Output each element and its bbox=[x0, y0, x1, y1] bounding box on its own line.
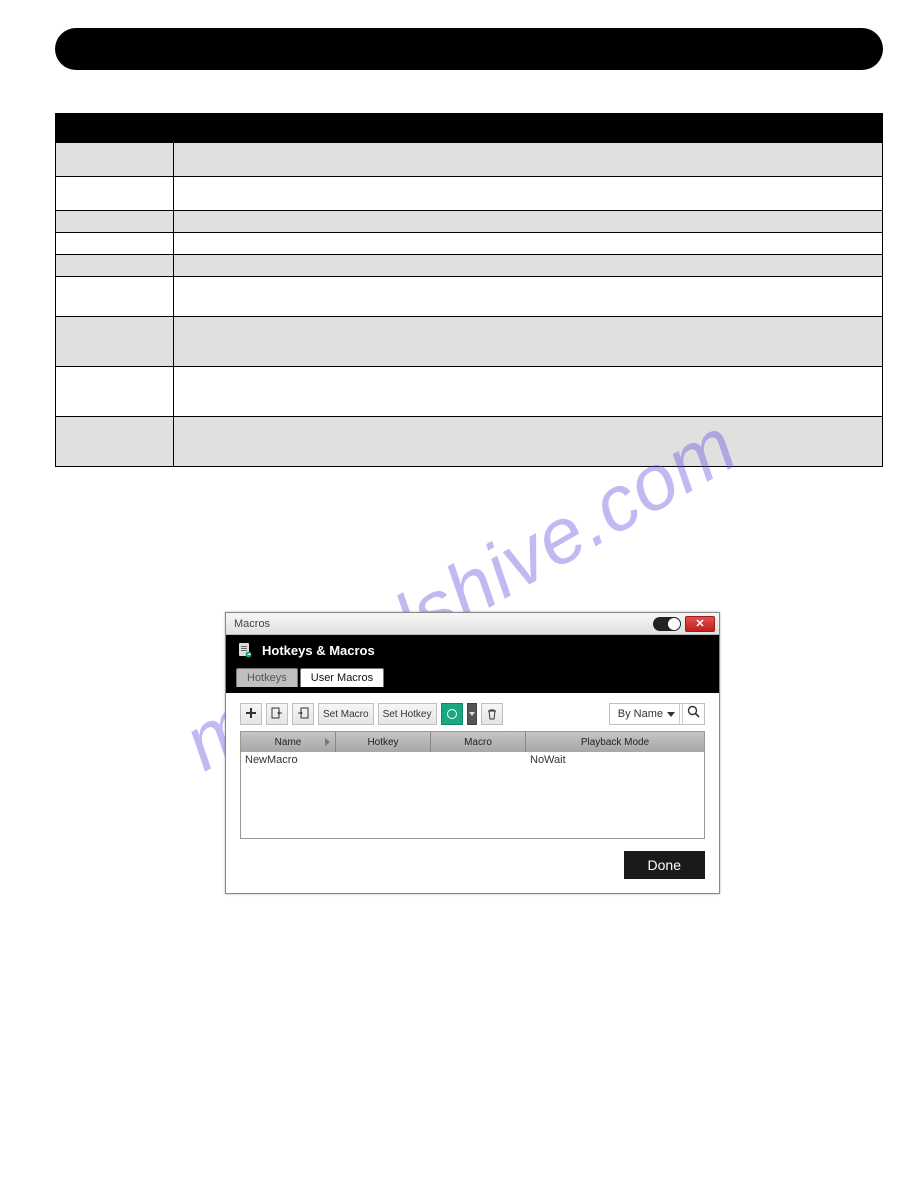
macros-dialog: Macros ✕ Hotkeys & Macros Hot bbox=[225, 612, 720, 894]
record-icon bbox=[447, 709, 457, 719]
add-button[interactable] bbox=[240, 703, 262, 725]
export-icon bbox=[297, 707, 309, 722]
plus-icon bbox=[245, 707, 257, 722]
table-row bbox=[56, 254, 882, 276]
table-row bbox=[56, 416, 882, 466]
grid-header: Name Hotkey Macro Playback Mode bbox=[241, 732, 704, 752]
dialog-header-band: Hotkeys & Macros Hotkeys User Macros bbox=[226, 635, 719, 693]
close-button[interactable]: ✕ bbox=[685, 616, 715, 632]
macros-icon bbox=[236, 641, 254, 659]
expand-column-icon[interactable] bbox=[320, 732, 334, 752]
col-playback[interactable]: Playback Mode bbox=[526, 732, 704, 752]
set-macro-button[interactable]: Set Macro bbox=[318, 703, 374, 725]
table-row bbox=[56, 276, 882, 316]
cell-hotkey bbox=[336, 752, 431, 770]
table-row[interactable]: NewMacro NoWait bbox=[241, 752, 704, 770]
search-mode-label: By Name bbox=[618, 708, 663, 720]
dialog-footer: Done bbox=[226, 839, 719, 893]
page-header-bar bbox=[55, 28, 883, 70]
table-row bbox=[56, 142, 882, 176]
table-row bbox=[56, 210, 882, 232]
play-button[interactable] bbox=[441, 703, 463, 725]
done-button[interactable]: Done bbox=[624, 851, 705, 879]
col-hotkey[interactable]: Hotkey bbox=[336, 732, 431, 752]
outer-table bbox=[55, 113, 883, 467]
cell-macro bbox=[431, 752, 526, 770]
search-mode-dropdown[interactable]: By Name bbox=[610, 704, 680, 724]
tab-user-macros[interactable]: User Macros bbox=[300, 668, 384, 687]
pin-toggle[interactable] bbox=[653, 617, 681, 631]
col-macro[interactable]: Macro bbox=[431, 732, 526, 752]
tabs: Hotkeys User Macros bbox=[236, 665, 709, 687]
dialog-header-title: Hotkeys & Macros bbox=[262, 643, 375, 658]
toolbar: Set Macro Set Hotkey By Name bbox=[240, 703, 705, 725]
search-box: By Name bbox=[609, 703, 705, 725]
import-icon bbox=[271, 707, 283, 722]
col-name-label: Name bbox=[275, 737, 302, 748]
chevron-down-icon bbox=[667, 712, 675, 717]
table-row bbox=[56, 316, 882, 366]
macros-grid: Name Hotkey Macro Playback Mode NewMacro… bbox=[240, 731, 705, 839]
cell-playback: NoWait bbox=[526, 752, 704, 770]
col-name[interactable]: Name bbox=[241, 732, 336, 752]
play-dropdown[interactable] bbox=[467, 703, 477, 725]
table-row bbox=[56, 176, 882, 210]
import-button[interactable] bbox=[266, 703, 288, 725]
close-icon: ✕ bbox=[695, 617, 704, 630]
export-button[interactable] bbox=[292, 703, 314, 725]
cell-name: NewMacro bbox=[241, 752, 336, 770]
search-button[interactable] bbox=[682, 703, 704, 725]
search-icon bbox=[687, 705, 700, 723]
tab-hotkeys[interactable]: Hotkeys bbox=[236, 668, 298, 687]
dialog-title: Macros bbox=[234, 618, 270, 630]
trash-icon bbox=[486, 708, 498, 720]
set-hotkey-button[interactable]: Set Hotkey bbox=[378, 703, 437, 725]
grid-body[interactable]: NewMacro NoWait bbox=[241, 752, 704, 838]
outer-table-header bbox=[56, 114, 882, 142]
table-row bbox=[56, 232, 882, 254]
delete-button[interactable] bbox=[481, 703, 503, 725]
dialog-titlebar[interactable]: Macros ✕ bbox=[226, 613, 719, 635]
table-row bbox=[56, 366, 882, 416]
